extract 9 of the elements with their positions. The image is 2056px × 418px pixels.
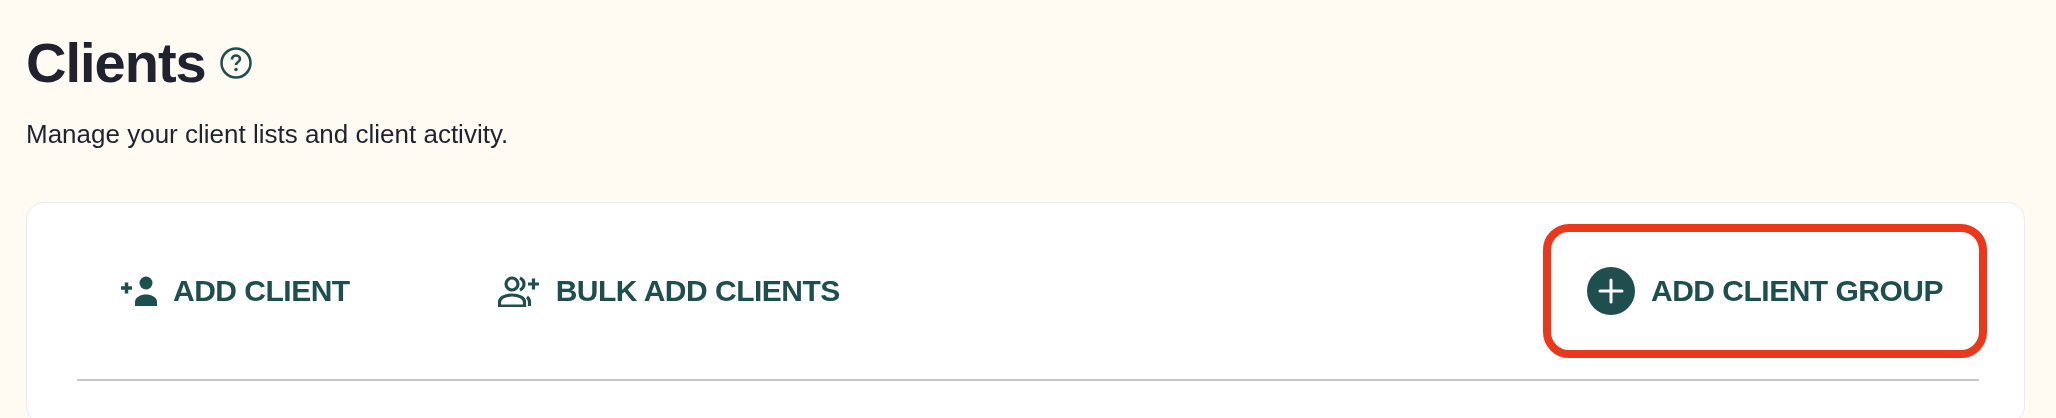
add-button[interactable]: ADD CLIENT bbox=[77, 224, 394, 358]
add-button[interactable]: BULK ADD CLIENTS bbox=[453, 224, 884, 358]
add-person-icon bbox=[121, 276, 157, 306]
help-icon[interactable] bbox=[219, 46, 252, 79]
add-group-button[interactable]: ADD CLIENT GROUP bbox=[1543, 224, 1987, 358]
page-subtitle: Manage your client lists and client activity. bbox=[26, 119, 510, 150]
add-people-icon bbox=[497, 275, 540, 307]
page-title: Clients bbox=[26, 30, 206, 95]
plus-circle-icon bbox=[1587, 267, 1635, 315]
